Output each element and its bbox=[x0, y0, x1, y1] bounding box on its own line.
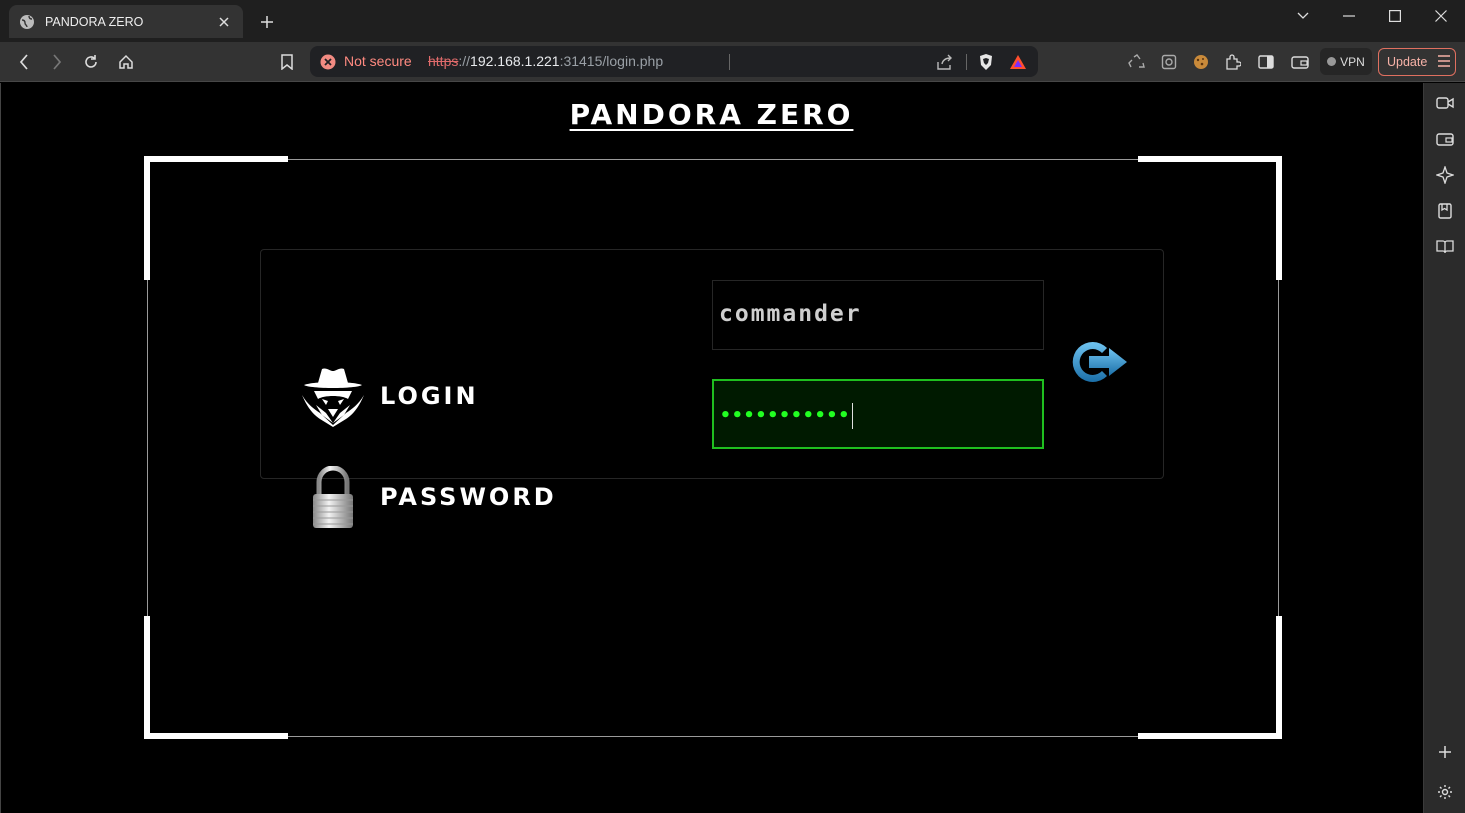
url-text[interactable]: https://192.168.1.221:31415/login.php bbox=[428, 53, 663, 69]
close-window-button[interactable] bbox=[1418, 4, 1464, 28]
omnibox-divider bbox=[729, 54, 730, 70]
password-dots: ••••••••••• bbox=[720, 405, 851, 426]
frame-corner-bottom-right-h bbox=[1138, 733, 1282, 739]
username-value: commander bbox=[719, 301, 862, 327]
brave-sidebar bbox=[1423, 83, 1465, 813]
tab-search-chevron-icon[interactable] bbox=[1280, 4, 1326, 28]
username-input[interactable]: commander bbox=[712, 280, 1044, 350]
url-separator: :// bbox=[458, 53, 471, 69]
new-tab-button[interactable] bbox=[256, 11, 278, 33]
url-scheme: https bbox=[428, 53, 459, 69]
cookie-extension-icon[interactable] bbox=[1191, 52, 1211, 72]
bookmark-button[interactable] bbox=[275, 50, 299, 74]
brave-shields-icon[interactable] bbox=[976, 52, 996, 72]
extensions-puzzle-icon[interactable] bbox=[1223, 52, 1243, 72]
sidebar-toggle-icon[interactable] bbox=[1256, 52, 1276, 72]
back-button[interactable] bbox=[12, 50, 36, 74]
reload-button[interactable] bbox=[79, 50, 103, 74]
vpn-label: VPN bbox=[1340, 54, 1365, 69]
talk-video-icon[interactable] bbox=[1434, 92, 1456, 114]
tab-strip: PANDORA ZERO bbox=[0, 0, 1465, 42]
minimize-button[interactable] bbox=[1326, 4, 1372, 28]
vpn-status-icon bbox=[1327, 57, 1337, 66]
browser-toolbar: Not secure https://192.168.1.221:31415/l… bbox=[0, 42, 1465, 82]
update-button[interactable]: Update bbox=[1378, 48, 1456, 76]
screenshot-extension-icon[interactable] bbox=[1159, 52, 1179, 72]
forward-button[interactable] bbox=[45, 50, 69, 74]
login-submit-arrow-icon[interactable] bbox=[1067, 336, 1129, 388]
password-value: ••••••••••• bbox=[720, 403, 854, 429]
share-icon[interactable] bbox=[935, 52, 955, 72]
maximize-button[interactable] bbox=[1372, 4, 1418, 28]
password-input[interactable]: ••••••••••• bbox=[712, 379, 1044, 449]
login-label: LOGIN bbox=[380, 382, 479, 410]
frame-corner-top-right-h bbox=[1138, 156, 1282, 162]
not-secure-label[interactable]: Not secure bbox=[344, 53, 412, 69]
sidebar-settings-gear-icon[interactable] bbox=[1434, 781, 1456, 803]
add-sidebar-item-icon[interactable] bbox=[1434, 741, 1456, 763]
page-title: PANDORA ZERO bbox=[569, 98, 854, 131]
home-button[interactable] bbox=[114, 50, 138, 74]
wallet-icon[interactable] bbox=[1290, 52, 1310, 72]
url-path: :31415/login.php bbox=[559, 53, 664, 69]
vpn-button[interactable]: VPN bbox=[1320, 48, 1372, 75]
url-host: 192.168.1.221 bbox=[470, 53, 560, 69]
close-tab-icon[interactable] bbox=[215, 13, 233, 31]
not-secure-warning-icon[interactable] bbox=[320, 54, 336, 70]
address-bar[interactable]: Not secure https://192.168.1.221:31415/l… bbox=[310, 46, 1038, 77]
brave-rewards-icon[interactable] bbox=[1008, 52, 1028, 72]
leo-ai-sparkle-icon[interactable] bbox=[1434, 164, 1456, 186]
browser-tab[interactable]: PANDORA ZERO bbox=[9, 5, 243, 38]
password-label: PASSWORD bbox=[380, 483, 557, 511]
hamburger-menu-icon bbox=[1437, 54, 1451, 70]
frame-corner-bottom-right-v bbox=[1276, 616, 1282, 739]
text-caret bbox=[852, 403, 854, 429]
globe-icon bbox=[19, 14, 35, 30]
recycle-extension-icon[interactable] bbox=[1127, 52, 1147, 72]
frame-corner-top-left-v bbox=[144, 156, 150, 280]
frame-corner-bottom-left-v bbox=[144, 616, 150, 739]
tab-title: PANDORA ZERO bbox=[45, 14, 144, 29]
frame-corner-bottom-left-h bbox=[144, 733, 288, 739]
frame-corner-top-left-h bbox=[144, 156, 288, 162]
update-label: Update bbox=[1387, 55, 1428, 69]
omnibox-divider-2 bbox=[966, 54, 967, 70]
frame-corner-top-right-v bbox=[1276, 156, 1282, 280]
reading-list-icon[interactable] bbox=[1434, 236, 1456, 258]
spy-hacker-icon bbox=[300, 365, 366, 427]
padlock-icon bbox=[311, 465, 355, 530]
bookmarks-icon[interactable] bbox=[1434, 200, 1456, 222]
sidebar-wallet-icon[interactable] bbox=[1434, 128, 1456, 150]
